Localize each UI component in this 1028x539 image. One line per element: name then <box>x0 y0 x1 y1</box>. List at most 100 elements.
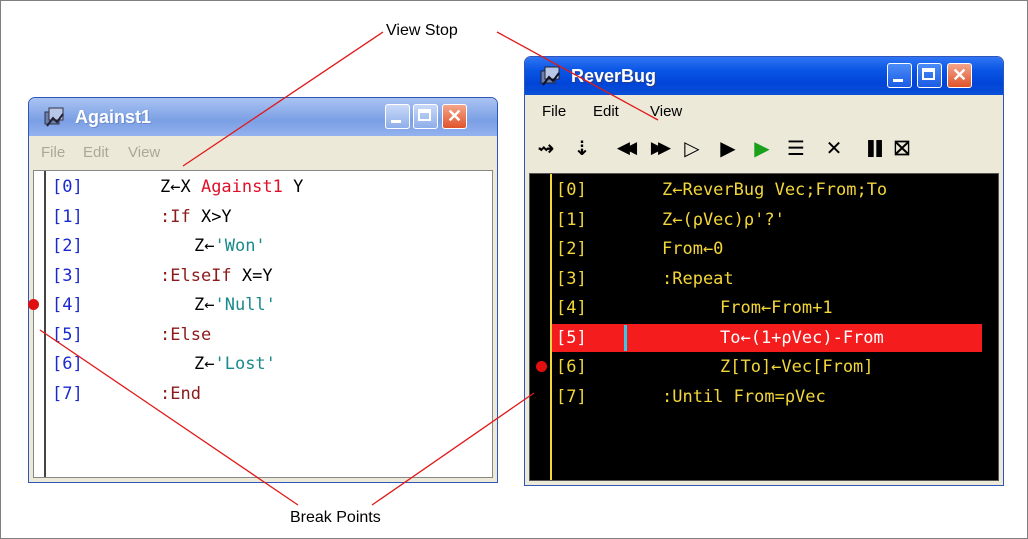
breakpoint-icon[interactable] <box>536 361 547 372</box>
code-text: Z←X Against1 Y <box>160 173 303 201</box>
code-line[interactable]: [3]:Repeat <box>530 265 998 293</box>
menu-edit[interactable]: Edit <box>593 103 619 120</box>
code-token: Z← <box>194 295 215 315</box>
code-line[interactable]: [1] Z←(⍴Vec)⍴'?' <box>530 206 998 234</box>
line-number: [7] <box>556 386 587 407</box>
code-line[interactable]: [5] To←(1+⍴Vec)-From <box>530 324 998 352</box>
code-line[interactable]: [1]:If X>Y <box>34 203 492 231</box>
titlebar-reverbug[interactable]: ReverBug ✕ <box>525 57 1003 95</box>
line-number: [4] <box>52 295 83 315</box>
close-button[interactable]: ✕ <box>442 104 467 129</box>
minimize-button[interactable] <box>887 63 912 88</box>
code-token: Z←X <box>160 177 201 197</box>
trace-into-icon[interactable]: ⇝ <box>534 135 558 161</box>
code-editor[interactable]: [0] Z←X Against1 Y [1]:If X>Y [2] Z←'Won' [3]… <box>28 170 493 478</box>
maximize-button[interactable] <box>917 63 942 88</box>
close-icon: ✕ <box>951 65 968 85</box>
window-reverbug: ReverBug ✕ File Edit View ⇝ ⇣ ◀◀ ▶▶ ▷ ▶ ▶ ☰ ✕ ❚❚ ⛝… <box>524 56 1004 486</box>
code-text: :Else <box>160 321 211 349</box>
code-token: Y <box>282 177 304 197</box>
step-back-icon[interactable]: ◀◀ <box>608 135 640 161</box>
titlebar-against1[interactable]: Against1 ✕ <box>29 98 497 136</box>
code-token: 'Lost' <box>214 354 276 374</box>
close-icon: ✕ <box>446 106 463 126</box>
code-line[interactable]: [6] Z←'Lost' <box>34 350 492 378</box>
code-token: :If <box>160 206 191 227</box>
code-line[interactable]: [4] Z←'Null' <box>34 291 492 319</box>
edit-lines-icon[interactable]: ☰ <box>784 135 808 161</box>
menu-file[interactable]: File <box>41 144 65 161</box>
minimize-icon <box>391 120 401 123</box>
code-text: :End <box>160 380 201 408</box>
run-green-icon[interactable]: ▶ <box>750 135 774 161</box>
code-line[interactable]: [0] Z←ReverBug Vec;From;To <box>530 176 998 204</box>
code-token: X>Y <box>190 206 232 227</box>
code-line[interactable]: [4] From←From+1 <box>530 294 998 322</box>
maximize-button[interactable] <box>413 104 438 129</box>
menubar: File Edit View <box>32 136 494 168</box>
code-text: From←From+1 <box>720 298 833 318</box>
code-token: 'Won' <box>214 236 266 256</box>
code-text: Z←(⍴Vec)⍴'?' <box>662 209 785 230</box>
code-text: Z[To]←Vec[From] <box>720 357 874 377</box>
code-text: Z←'Won' <box>194 232 266 260</box>
view-stop-label: View Stop <box>386 22 458 39</box>
menu-file[interactable]: File <box>542 103 566 120</box>
code-token: X=Y <box>231 265 273 286</box>
code-text: :ElseIf X=Y <box>160 262 273 290</box>
line-number: [0] <box>556 180 587 200</box>
code-text: Z←'Null' <box>194 291 276 319</box>
code-line[interactable]: [0] Z←X Against1 Y <box>34 173 492 201</box>
break-points-label: Break Points <box>290 509 381 526</box>
code-line[interactable]: [6] Z[To]←Vec[From] <box>530 353 998 381</box>
window-against1: Against1 ✕ File Edit View [0] Z←X Against… <box>28 97 498 483</box>
code-text: Z←ReverBug Vec;From;To <box>662 180 888 200</box>
debug-toolbar: ⇝ ⇣ ◀◀ ▶▶ ▷ ▶ ▶ ☰ ✕ ❚❚ ⛝ <box>528 127 1000 171</box>
code-token: Z← <box>194 354 215 374</box>
line-number: [6] <box>556 357 587 377</box>
code-editor[interactable]: [0] Z←ReverBug Vec;From;To [1] Z←(⍴Vec)⍴'?'… <box>529 173 999 481</box>
step-over-icon[interactable]: ⇣ <box>570 135 594 161</box>
line-number: [4] <box>556 298 587 318</box>
code-token: :ElseIf <box>160 265 232 286</box>
code-token: :End <box>160 383 201 404</box>
line-number: [0] <box>52 177 83 197</box>
code-text: To←(1+⍴Vec)-From <box>720 327 884 348</box>
line-number: [6] <box>52 354 83 374</box>
minimize-button[interactable] <box>385 104 410 129</box>
code-line[interactable]: [7] :End <box>34 380 492 408</box>
close-button[interactable]: ✕ <box>947 63 972 88</box>
menu-view[interactable]: View <box>128 144 160 161</box>
stop-debug-icon[interactable]: ⛝ <box>890 135 914 161</box>
code-text: From←0 <box>662 239 724 259</box>
menubar: File Edit View <box>528 95 1000 127</box>
breakpoint-icon[interactable] <box>28 299 39 310</box>
continue-outline-icon[interactable]: ▷ <box>680 135 704 161</box>
code-token: Against1 <box>200 177 283 197</box>
pause-icon[interactable]: ❚❚ <box>856 135 888 161</box>
line-number: [3] <box>556 268 587 289</box>
line-number: [5] <box>556 327 587 348</box>
code-line[interactable]: [5] :Else <box>34 321 492 349</box>
run-icon[interactable]: ▶ <box>716 135 740 161</box>
menu-edit[interactable]: Edit <box>83 144 109 161</box>
clear-icon[interactable]: ✕ <box>822 135 846 161</box>
menu-view[interactable]: View <box>650 103 682 120</box>
code-line[interactable]: [3]:ElseIf X=Y <box>34 262 492 290</box>
line-number: [5] <box>52 324 83 345</box>
code-line[interactable]: [7] :Until From=⍴Vec <box>530 383 998 411</box>
maximize-icon <box>922 68 935 80</box>
code-text: Z←'Lost' <box>194 350 276 378</box>
code-text: :Until From=⍴Vec <box>662 386 826 407</box>
code-token: :Else <box>160 324 212 345</box>
line-number: [7] <box>52 383 83 404</box>
step-forward-icon[interactable]: ▶▶ <box>642 135 674 161</box>
code-line[interactable]: [2] Z←'Won' <box>34 232 492 260</box>
window-title: ReverBug <box>571 66 657 86</box>
code-line[interactable]: [2] From←0 <box>530 235 998 263</box>
code-token: 'Null' <box>214 295 276 315</box>
code-token: Z← <box>194 236 215 256</box>
minimize-icon <box>893 79 903 82</box>
line-number: [2] <box>52 236 83 256</box>
app-icon <box>540 66 560 86</box>
